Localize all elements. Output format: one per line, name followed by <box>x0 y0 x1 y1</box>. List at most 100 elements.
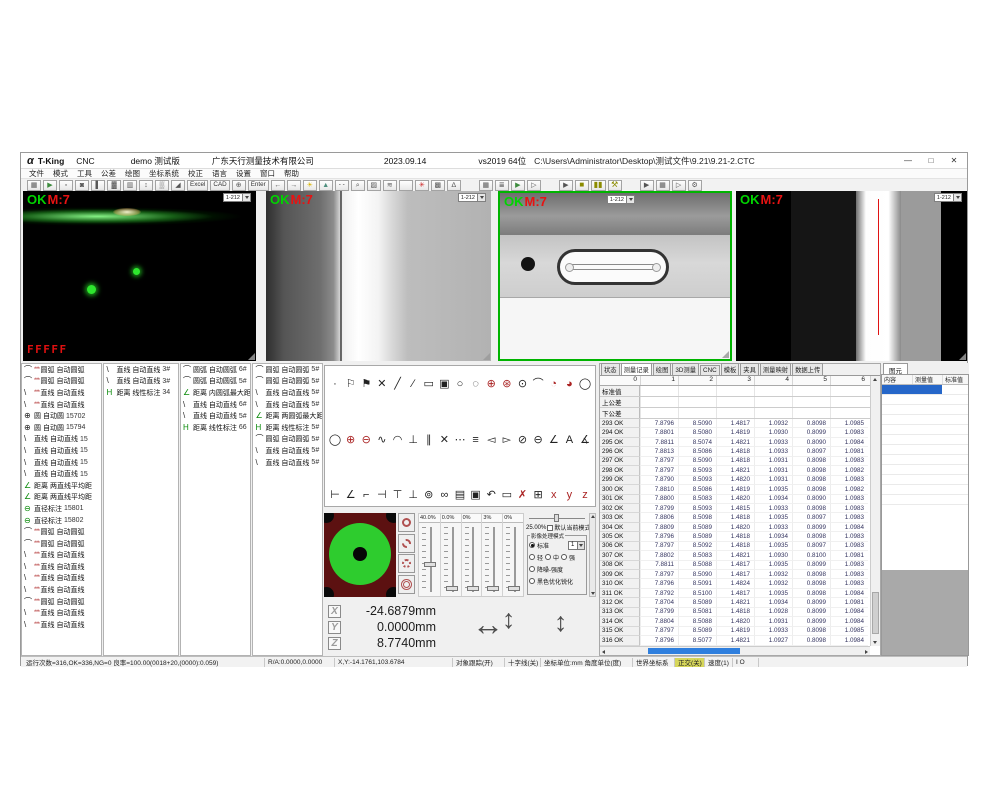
menu-item[interactable]: 绘图 <box>125 168 140 179</box>
ring-light-pad[interactable] <box>324 513 396 597</box>
cross-tool-icon[interactable]: ✕ <box>437 435 451 446</box>
folder-run-button[interactable]: ▶ <box>511 180 525 191</box>
delete-tool-icon[interactable]: ✗ <box>516 490 530 501</box>
records-tab[interactable]: 3D测量 <box>672 363 699 375</box>
records-tab[interactable]: 绘图 <box>653 363 672 375</box>
open-run-button[interactable]: ▶ <box>43 180 57 191</box>
list-item[interactable]: \***直线 自动直线 <box>22 619 101 631</box>
close-button[interactable]: ✕ <box>944 155 964 167</box>
table-row[interactable]: 304 OK7.88098.50891.48201.09330.80991.09… <box>600 523 870 532</box>
table-row[interactable]: 308 OK7.88118.50881.48171.09350.80991.09… <box>600 561 870 570</box>
gray-tool-3-button[interactable]: ▒ <box>155 180 169 191</box>
x-axis-icon[interactable]: X <box>328 605 341 618</box>
table-row[interactable]: 302 OK7.87998.50931.48151.09330.80981.09… <box>600 504 870 513</box>
circle-cross-1-tool-icon[interactable]: ⊕ <box>484 379 498 390</box>
pause-button[interactable]: ▮▮ <box>591 180 606 191</box>
list-item[interactable]: \直线 自动直线3# <box>104 364 178 376</box>
table-row[interactable]: 293 OK7.87968.50901.48171.09320.80981.09… <box>600 419 870 428</box>
records-horizontal-scrollbar[interactable] <box>600 646 870 655</box>
elem-row[interactable] <box>882 385 968 395</box>
options-scrollbar[interactable] <box>589 513 596 597</box>
excel-export-button[interactable]: Excel <box>187 180 208 191</box>
tolerance-row[interactable]: 标准值 <box>600 386 880 397</box>
angle-tool-icon[interactable]: ∠ <box>547 435 561 446</box>
camera-zoom-select[interactable]: 1-212 <box>223 193 251 202</box>
list-item[interactable]: ∠距离 两圆弧最大距 <box>253 410 322 422</box>
open-arc-tool-icon[interactable]: ◠ <box>391 435 405 446</box>
records-tab[interactable]: 夹具 <box>740 363 759 375</box>
pie-2-tool-icon[interactable]: ◕ <box>562 379 576 390</box>
table-row[interactable]: 310 OK7.87968.50911.48241.09320.80981.09… <box>600 579 870 588</box>
list-item[interactable]: \直线 自动直线15 <box>22 445 101 457</box>
elem-row[interactable] <box>882 495 968 505</box>
stop-button[interactable]: ■ <box>575 180 589 191</box>
list-item[interactable]: H距离 线性标注66 <box>181 422 251 434</box>
keyboard-tool-icon[interactable]: ▤ <box>453 490 467 501</box>
slider-thumb-icon[interactable] <box>424 562 436 567</box>
light-slider[interactable]: 3% <box>481 514 502 596</box>
strong-radio[interactable] <box>561 554 567 560</box>
tool-run-button[interactable]: ⚒ <box>608 180 622 191</box>
list-item[interactable]: ⌒圆弧 自动圆弧5# <box>181 376 251 388</box>
light-ring-button-4[interactable] <box>398 575 415 594</box>
new-roi-button[interactable]: ▫ <box>59 180 73 191</box>
records-tab[interactable]: 测量记录 <box>621 363 652 375</box>
slider-thumb-icon[interactable] <box>554 514 559 522</box>
camera-view-3-selected[interactable]: OKM:71-212 <box>498 191 732 361</box>
element-list-column-3[interactable]: ⌒圆弧 自动圆弧6#⌒圆弧 自动圆弧5#∠距离 内圆弧最大距\直线 自动直线6#… <box>180 363 252 656</box>
table-row[interactable]: 316 OK7.87968.50771.48211.09270.80981.09… <box>600 636 870 645</box>
save-button[interactable]: ▦ <box>27 180 41 191</box>
list-item[interactable]: ⌒圆弧 自动圆弧6# <box>181 364 251 376</box>
list-item[interactable]: \直线 自动直线5# <box>253 457 322 469</box>
resize-grip-icon[interactable] <box>248 353 255 360</box>
camera-zoom-select[interactable]: 1-212 <box>607 195 635 204</box>
camera-zoom-select[interactable]: 1-212 <box>458 193 486 202</box>
enter-button[interactable]: Enter <box>248 180 269 191</box>
table-row[interactable]: 314 OK7.88048.50881.48201.09310.80991.09… <box>600 617 870 626</box>
flag-2-tool-icon[interactable]: ⚑ <box>359 379 373 390</box>
table-row[interactable]: 312 OK7.87048.50891.48211.09340.80991.09… <box>600 598 870 607</box>
dim-angle-tool-icon[interactable]: ∠ <box>344 490 358 501</box>
calculator-tool-icon[interactable]: ⊞ <box>531 490 545 501</box>
minimize-button[interactable]: — <box>898 155 918 167</box>
play-gray-button[interactable]: ▷ <box>527 180 541 191</box>
pie-1-tool-icon[interactable]: ◔ <box>547 379 561 390</box>
menu-item[interactable]: 模式 <box>53 168 68 179</box>
circle-tool-icon[interactable]: ○ <box>453 379 467 390</box>
roi-rect-1-tool-icon[interactable]: ▭ <box>422 379 436 390</box>
list-item[interactable]: \直线 自动直线5# <box>253 387 322 399</box>
slider-thumb-icon[interactable] <box>508 586 520 591</box>
connect-button[interactable]: ⊕ <box>232 180 246 191</box>
table-row[interactable]: 299 OK7.87908.50931.48201.09310.80981.09… <box>600 476 870 485</box>
table-row[interactable]: 309 OK7.87978.50901.48171.09320.80981.09… <box>600 570 870 579</box>
sharpen-radio[interactable] <box>529 578 535 584</box>
chevron-down-icon[interactable] <box>477 194 485 201</box>
list-item[interactable]: ⊖直径标注15802 <box>22 515 101 527</box>
list-item[interactable]: ∠距离 内圆弧最大距 <box>181 387 251 399</box>
list-item[interactable]: \***直线 自动直线 <box>22 387 101 399</box>
angle-right-tool-icon[interactable]: ▻ <box>500 435 514 446</box>
brightness-slider[interactable] <box>529 514 585 522</box>
table-row[interactable]: 294 OK7.88018.50801.48191.09300.80991.09… <box>600 428 870 437</box>
list-item[interactable]: ∠距离 两直线平均距 <box>22 480 101 492</box>
jog-y-arrows-icon[interactable]: ↕ <box>502 604 516 634</box>
elem-row[interactable] <box>882 395 968 405</box>
flag-1-tool-icon[interactable]: ⚐ <box>344 379 358 390</box>
tab-element[interactable]: 图元 <box>883 363 908 374</box>
list-item[interactable]: \直线 自动直线15 <box>22 434 101 446</box>
elem-row[interactable] <box>882 425 968 435</box>
list-item[interactable]: \直线 自动直线6# <box>181 399 251 411</box>
parallel-tool-icon[interactable]: ∥ <box>422 435 436 446</box>
list-item[interactable]: ⌒圆弧 自动圆弧5# <box>253 364 322 376</box>
wave-button[interactable]: ≋ <box>383 180 397 191</box>
elem-row[interactable] <box>882 435 968 445</box>
records-tab[interactable]: 测量映射 <box>760 363 791 375</box>
records-tab[interactable]: 状态 <box>601 363 620 375</box>
menu-item[interactable]: 帮助 <box>284 168 299 179</box>
default-mode-checkbox[interactable] <box>547 525 553 531</box>
camera-view-4[interactable]: OKM:71-212 <box>736 191 967 361</box>
settings-wrench-button[interactable]: ⚙ <box>688 180 702 191</box>
list-item[interactable]: \直线 自动直线3# <box>104 376 178 388</box>
ellipse-tool-icon[interactable]: ◯ <box>578 379 592 390</box>
list-item[interactable]: \直线 自动直线15 <box>22 468 101 480</box>
